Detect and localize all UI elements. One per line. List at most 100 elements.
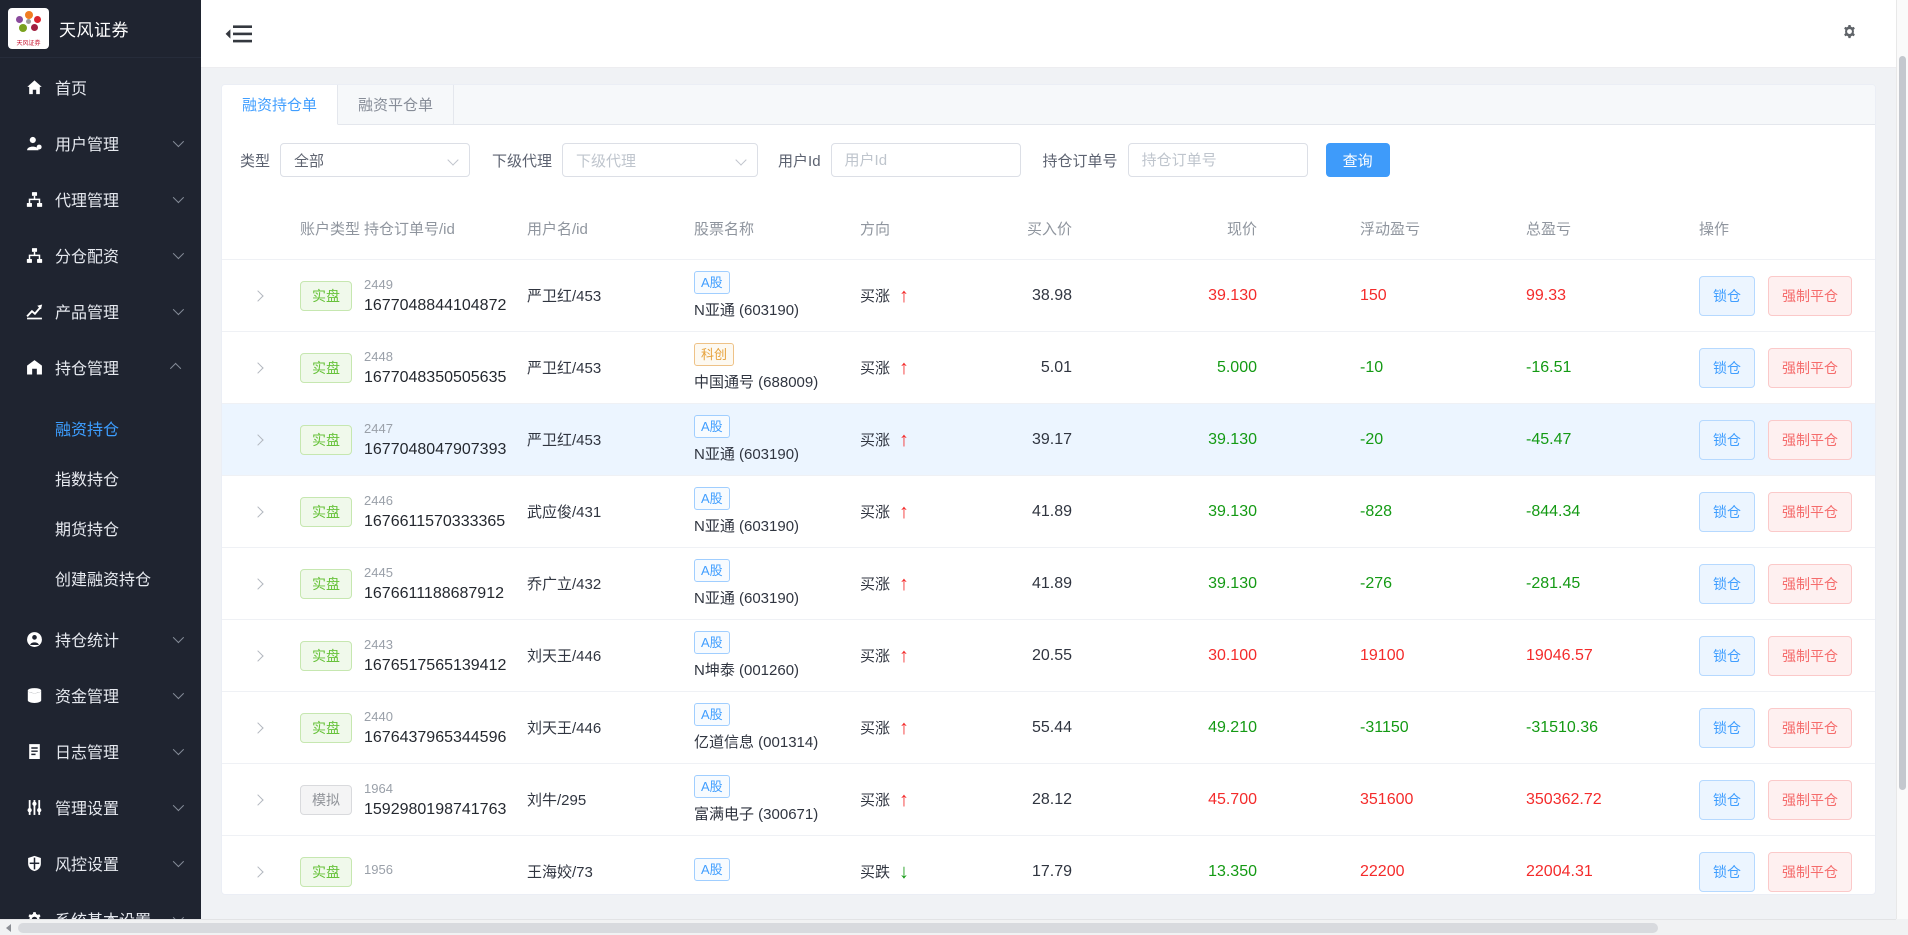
brand-logo: 天风证券 (8, 8, 49, 49)
sidebar-item-admin-settings[interactable]: 管理设置 (0, 779, 201, 835)
sidebar-item-label: 分仓配资 (55, 243, 119, 267)
lock-position-button[interactable]: 锁仓 (1699, 348, 1755, 388)
expand-row-icon[interactable] (252, 794, 263, 805)
brand: 天风证券 天风证券 (0, 0, 201, 58)
agent-select[interactable]: 下级代理 (562, 143, 758, 177)
lock-position-button[interactable]: 锁仓 (1699, 276, 1755, 316)
total-pl: -281.45 (1520, 575, 1687, 593)
lock-position-button[interactable]: 锁仓 (1699, 492, 1755, 532)
column-header: 方向 (860, 219, 997, 242)
expand-row-icon[interactable] (252, 506, 263, 517)
sidebar-subitem-index-position[interactable]: 指数持仓 (0, 453, 201, 503)
force-close-button[interactable]: 强制平仓 (1768, 636, 1852, 676)
order-no: 1964 (364, 781, 527, 796)
settings-icon[interactable] (1842, 24, 1857, 39)
direction-arrow-icon: ↑ (899, 646, 909, 666)
floating-pl: 22200 (1257, 863, 1520, 881)
lock-position-button[interactable]: 锁仓 (1699, 636, 1755, 676)
buy-price: 39.17 (997, 431, 1072, 449)
expand-row-icon[interactable] (252, 650, 263, 661)
order-no: 2449 (364, 277, 527, 292)
lock-position-button[interactable]: 锁仓 (1699, 780, 1755, 820)
sidebar-subitem-financing-position[interactable]: 融资持仓 (0, 403, 201, 453)
chevron-down-icon (173, 744, 184, 755)
sidebar-item-product-management[interactable]: 产品管理 (0, 283, 201, 339)
stock-name: N亚通 (603190) (694, 443, 799, 464)
total-pl: -45.47 (1520, 431, 1687, 449)
funds-icon (26, 687, 43, 704)
table-row: 实盘 2448 1677048350505635 严卫红/453 科创 中国通号… (222, 331, 1875, 403)
user-name-id: 严卫红/453 (527, 285, 694, 306)
lock-position-button[interactable]: 锁仓 (1699, 852, 1755, 892)
horizontal-scrollbar-thumb[interactable] (18, 923, 1658, 933)
chevron-up-icon (170, 363, 181, 374)
chevron-down-icon (173, 688, 184, 699)
direction-arrow-icon: ↑ (899, 286, 909, 306)
market-tag: 科创 (694, 343, 734, 366)
force-close-button[interactable]: 强制平仓 (1768, 348, 1852, 388)
force-close-button[interactable]: 强制平仓 (1768, 276, 1852, 316)
sidebar-item-agent-management[interactable]: 代理管理 (0, 171, 201, 227)
sidebar-subitem-futures-position[interactable]: 期货持仓 (0, 503, 201, 553)
user-id-input[interactable] (831, 143, 1021, 177)
column-header: 买入价 (997, 219, 1072, 242)
user-name-id: 刘牛/295 (527, 789, 694, 810)
sidebar-item-position-management[interactable]: 持仓管理 (0, 339, 201, 395)
chevron-down-icon (173, 192, 184, 203)
expand-row-icon[interactable] (252, 362, 263, 373)
column-header: 股票名称 (694, 219, 860, 242)
sidebar-item-position-stats[interactable]: 持仓统计 (0, 611, 201, 667)
force-close-button[interactable]: 强制平仓 (1768, 492, 1852, 532)
lock-position-button[interactable]: 锁仓 (1699, 708, 1755, 748)
chevron-down-icon (173, 136, 184, 147)
user-name-id: 严卫红/453 (527, 429, 694, 450)
force-close-button[interactable]: 强制平仓 (1768, 420, 1852, 460)
market-tag: A股 (694, 415, 730, 438)
expand-row-icon[interactable] (252, 578, 263, 589)
sidebar-item-log-management[interactable]: 日志管理 (0, 723, 201, 779)
expand-row-icon[interactable] (252, 866, 263, 877)
table-row: 实盘 2440 1676437965344596 刘天王/446 A股 亿道信息… (222, 691, 1875, 763)
tab-financing-closed[interactable]: 融资平仓单 (338, 85, 454, 124)
total-pl: 99.33 (1520, 287, 1687, 305)
sidebar-item-user-management[interactable]: 用户管理 (0, 115, 201, 171)
order-no: 2440 (364, 709, 527, 724)
sidebar-item-label: 管理设置 (55, 795, 119, 819)
type-select[interactable]: 全部 (280, 143, 470, 177)
sidebar-subitem-label: 指数持仓 (55, 466, 119, 490)
tab-financing-holdings[interactable]: 融资持仓单 (222, 85, 338, 125)
lock-position-button[interactable]: 锁仓 (1699, 420, 1755, 460)
horizontal-scrollbar[interactable] (0, 919, 1908, 935)
force-close-button[interactable]: 强制平仓 (1768, 708, 1852, 748)
direction-arrow-icon: ↑ (899, 430, 909, 450)
vertical-scrollbar[interactable] (1896, 0, 1908, 919)
vertical-scrollbar-thumb[interactable] (1899, 56, 1906, 790)
collapse-sidebar-icon[interactable] (225, 22, 252, 46)
expand-row-icon[interactable] (252, 722, 263, 733)
expand-row-icon[interactable] (252, 290, 263, 301)
sidebar-subitem-label: 融资持仓 (55, 416, 119, 440)
force-close-button[interactable]: 强制平仓 (1768, 780, 1852, 820)
sidebar-subitem-create-financing-position[interactable]: 创建融资持仓 (0, 553, 201, 603)
search-button[interactable]: 查询 (1326, 143, 1390, 177)
sidebar-item-funds-management[interactable]: 资金管理 (0, 667, 201, 723)
stock-name: N亚通 (603190) (694, 515, 799, 536)
direction-label: 买涨 (860, 789, 890, 810)
user-name-id: 武应俊/431 (527, 501, 694, 522)
table-row: 实盘 2446 1676611570333365 武应俊/431 A股 N亚通 … (222, 475, 1875, 547)
sidebar-item-risk-settings[interactable]: 风控设置 (0, 835, 201, 891)
sidebar-item-home[interactable]: 首页 (0, 59, 201, 115)
floating-pl: 19100 (1257, 647, 1520, 665)
scroll-left-icon[interactable] (0, 920, 16, 935)
sidebar-item-allocation[interactable]: 分仓配资 (0, 227, 201, 283)
sidebar-item-system-settings[interactable]: 系统基本设置 (0, 891, 201, 919)
lock-position-button[interactable]: 锁仓 (1699, 564, 1755, 604)
agent-label: 下级代理 (492, 150, 552, 171)
force-close-button[interactable]: 强制平仓 (1768, 852, 1852, 892)
expand-row-icon[interactable] (252, 434, 263, 445)
force-close-button[interactable]: 强制平仓 (1768, 564, 1852, 604)
direction-label: 买涨 (860, 429, 890, 450)
direction-arrow-icon: ↑ (899, 790, 909, 810)
order-no-input[interactable] (1128, 143, 1308, 177)
order-id: 1592980198741763 (364, 801, 527, 819)
